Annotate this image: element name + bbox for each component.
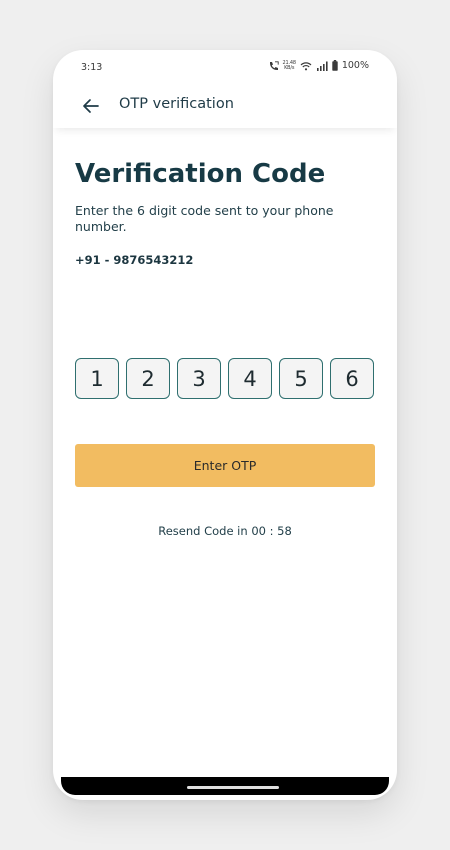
app-bar: OTP verification	[53, 84, 397, 128]
phone-frame: 3:13 21.48 KB/s 100% OTP verification Ve…	[53, 50, 397, 800]
battery-icon	[332, 60, 338, 71]
otp-digit-input-2[interactable]: 2	[126, 358, 170, 399]
otp-digit-input-1[interactable]: 1	[75, 358, 119, 399]
status-icons: 21.48 KB/s 100%	[268, 60, 369, 71]
otp-input-row: 1 2 3 4 5 6	[75, 358, 374, 399]
status-time: 3:13	[81, 62, 103, 73]
phone-number: +91 - 9876543212	[75, 253, 194, 267]
enter-otp-button-label: Enter OTP	[193, 458, 257, 473]
otp-digit-input-6[interactable]: 6	[330, 358, 374, 399]
enter-otp-button[interactable]: Enter OTP	[75, 444, 375, 487]
battery-percent: 100%	[341, 60, 369, 71]
otp-digit-input-4[interactable]: 4	[228, 358, 272, 399]
network-speed-unit: KB/s	[284, 64, 295, 71]
instruction-text: Enter the 6 digit code sent to your phon…	[75, 203, 334, 234]
resend-code-timer: Resend Code in 00 : 58	[158, 524, 292, 538]
status-bar: 3:13 21.48 KB/s 100%	[53, 50, 397, 84]
page-title: Verification Code	[75, 159, 326, 189]
otp-digit-input-5[interactable]: 5	[279, 358, 323, 399]
call-icon	[269, 60, 279, 70]
network-speed: 21.48 KB/s	[283, 60, 297, 71]
signal-icon	[316, 61, 328, 71]
navigation-bar	[61, 777, 389, 795]
wifi-icon	[300, 61, 312, 70]
otp-digit-input-3[interactable]: 3	[177, 358, 221, 399]
back-arrow-icon[interactable]	[81, 96, 101, 116]
app-bar-title: OTP verification	[119, 96, 234, 112]
home-indicator[interactable]	[187, 786, 279, 789]
